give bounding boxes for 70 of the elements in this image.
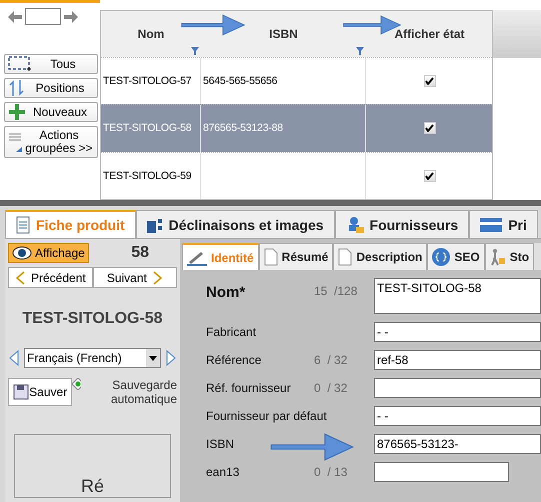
- character-counter: 0 / 13: [314, 465, 348, 479]
- html-file-icon: [264, 248, 278, 266]
- input-field[interactable]: [374, 378, 541, 398]
- field-label: Fournisseur par défaut: [206, 409, 328, 423]
- next-button[interactable]: Suivant: [92, 267, 177, 288]
- list-icon: [8, 131, 24, 153]
- chevron-left-icon: [15, 270, 25, 284]
- input-field[interactable]: ref-58: [374, 350, 541, 370]
- toolbar-button[interactable]: Tous: [4, 54, 98, 74]
- column-header[interactable]: ISBN: [201, 11, 366, 57]
- left-arrow-icon[interactable]: [8, 10, 22, 22]
- field-label: Référence: [206, 353, 262, 367]
- card-icon: [480, 216, 502, 232]
- tab[interactable]: SEO: [427, 243, 485, 270]
- view-button[interactable]: Affichage: [8, 243, 89, 263]
- checkbox[interactable]: [424, 122, 436, 134]
- save-button[interactable]: Sauver: [8, 378, 72, 406]
- document-icon: [16, 216, 30, 234]
- character-counter: 15 /128: [314, 283, 358, 298]
- autosave-option[interactable]: Sauvegarde automatique: [72, 378, 177, 406]
- toolbar-button[interactable]: Positions: [4, 78, 98, 98]
- table-row[interactable]: TEST-SITOLOG-59: [101, 152, 492, 199]
- eye-icon: [12, 246, 32, 260]
- language-dropdown[interactable]: Français (French): [24, 348, 161, 368]
- toolbar-button[interactable]: Actions groupées >>: [4, 126, 98, 158]
- pen-icon: [187, 250, 207, 266]
- character-counter: 0 / 32: [314, 381, 348, 395]
- checkbox[interactable]: [424, 74, 436, 87]
- selection-icon: [8, 56, 32, 72]
- braces-icon: [432, 248, 450, 266]
- previous-button[interactable]: Précédent: [8, 267, 93, 288]
- html-file-icon: [338, 248, 352, 266]
- field-label: Réf. fournisseur: [206, 381, 292, 395]
- hand-truck-icon: [490, 248, 506, 266]
- toolbar-button[interactable]: Nouveaux: [4, 102, 98, 122]
- field-label: Nom*: [206, 283, 246, 301]
- checkbox[interactable]: [424, 170, 436, 182]
- table-row[interactable]: TEST-SITOLOG-57 5645-565-55656: [101, 56, 492, 104]
- product-id: 58: [131, 244, 149, 262]
- filter-icon: [191, 46, 199, 55]
- tab[interactable]: Déclinaisons et images: [136, 210, 335, 238]
- annotation-arrow: [180, 12, 246, 38]
- input-field[interactable]: - -: [374, 406, 541, 426]
- field-label: ISBN: [206, 437, 236, 451]
- field-label: ean13: [206, 465, 240, 479]
- column-header[interactable]: Afficher état: [366, 11, 493, 57]
- autosave-label: Sauvegarde automatique: [110, 378, 177, 406]
- tab[interactable]: Sto: [484, 243, 534, 270]
- preview-text: Ré: [80, 476, 104, 497]
- tab[interactable]: Résumé: [258, 243, 334, 270]
- input-field[interactable]: - -: [374, 322, 541, 342]
- input-field[interactable]: TEST-SITOLOG-58: [374, 278, 541, 314]
- radio-button[interactable]: [72, 378, 81, 390]
- input-field[interactable]: [374, 462, 509, 482]
- chevron-right-icon: [152, 270, 163, 284]
- tab[interactable]: Fournisseurs: [334, 210, 470, 238]
- right-arrow-icon[interactable]: [64, 10, 78, 22]
- character-counter: 6 / 32: [314, 353, 348, 367]
- field-label: Fabricant: [206, 325, 258, 339]
- tab[interactable]: Description: [333, 243, 428, 270]
- table-cell: TEST-SITOLOG-59: [101, 152, 201, 199]
- page-field[interactable]: [25, 8, 61, 25]
- column-header[interactable]: Nom: [101, 11, 201, 57]
- plus-icon: [8, 103, 26, 121]
- input-field[interactable]: 876565-53123-: [374, 434, 541, 454]
- product-title: TEST-SITOLOG-58: [21, 309, 164, 329]
- tab[interactable]: Pri: [469, 210, 538, 238]
- filter-icon: [356, 46, 364, 55]
- up-down-arrows-icon: [8, 79, 26, 97]
- blocks-icon: [146, 216, 163, 232]
